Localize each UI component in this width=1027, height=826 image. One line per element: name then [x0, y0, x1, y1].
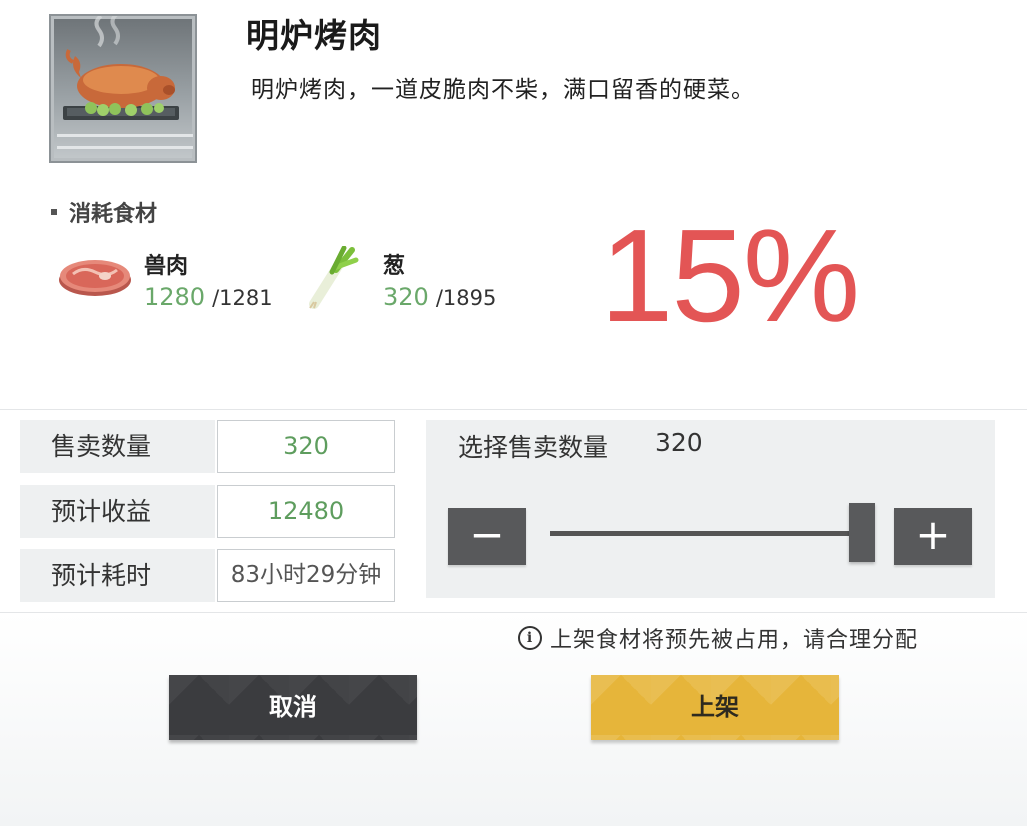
- usage-percent: 15%: [600, 202, 860, 349]
- quantity-slider-track[interactable]: [550, 531, 860, 536]
- plus-icon: +: [915, 510, 951, 559]
- time-value: 83小时29分钟: [217, 549, 395, 602]
- bullet-icon: [51, 209, 57, 215]
- meat-steak-icon: [55, 250, 135, 304]
- ingredient-owned-meat: /1281: [212, 286, 273, 310]
- list-for-sale-button-label: 上架: [691, 693, 739, 721]
- ingredient-name-meat: 兽肉: [144, 254, 189, 279]
- slider-readout: 320: [655, 428, 703, 457]
- notice: i 上架食材将预先被占用，请合理分配: [518, 622, 918, 654]
- ingredient-count-meat: 1280 /1281: [144, 283, 273, 311]
- ingredient-name-scallion: 葱: [383, 254, 406, 279]
- info-icon: i: [518, 626, 542, 650]
- quantity-slider-fill: [550, 531, 860, 536]
- list-for-sale-button[interactable]: 上架: [591, 675, 839, 740]
- ingredient-owned-scallion: /1895: [435, 286, 497, 310]
- ingredients-section-text: 消耗食材: [69, 202, 158, 227]
- quantity-label: 售卖数量: [20, 420, 215, 473]
- quantity-slider-thumb[interactable]: [849, 503, 875, 562]
- scallion-icon: [300, 245, 360, 314]
- income-value: 12480: [217, 485, 395, 538]
- cancel-button[interactable]: 取消: [169, 675, 417, 740]
- roast-pig-icon: [57, 16, 193, 149]
- slider-title: 选择售卖数量: [458, 433, 609, 462]
- minus-icon: −: [469, 510, 505, 559]
- ingredient-used-scallion: 320: [383, 283, 429, 311]
- dish-title: 明炉烤肉: [246, 16, 382, 55]
- ingredients-section-label: 消耗食材: [51, 196, 157, 228]
- notice-text: 上架食材将预先被占用，请合理分配: [550, 628, 919, 653]
- ingredient-count-scallion: 320 /1895: [383, 283, 496, 311]
- income-label: 预计收益: [20, 485, 215, 538]
- ingredient-used-meat: 1280: [144, 283, 206, 311]
- dish-image: [49, 14, 197, 163]
- cancel-button-label: 取消: [269, 693, 317, 721]
- increase-button[interactable]: +: [894, 508, 972, 565]
- time-label: 预计耗时: [20, 549, 215, 602]
- dish-description: 明炉烤肉，一道皮脆肉不柴，满口留香的硬菜。: [251, 77, 755, 103]
- quantity-field[interactable]: 320: [217, 420, 395, 473]
- decrease-button[interactable]: −: [448, 508, 526, 565]
